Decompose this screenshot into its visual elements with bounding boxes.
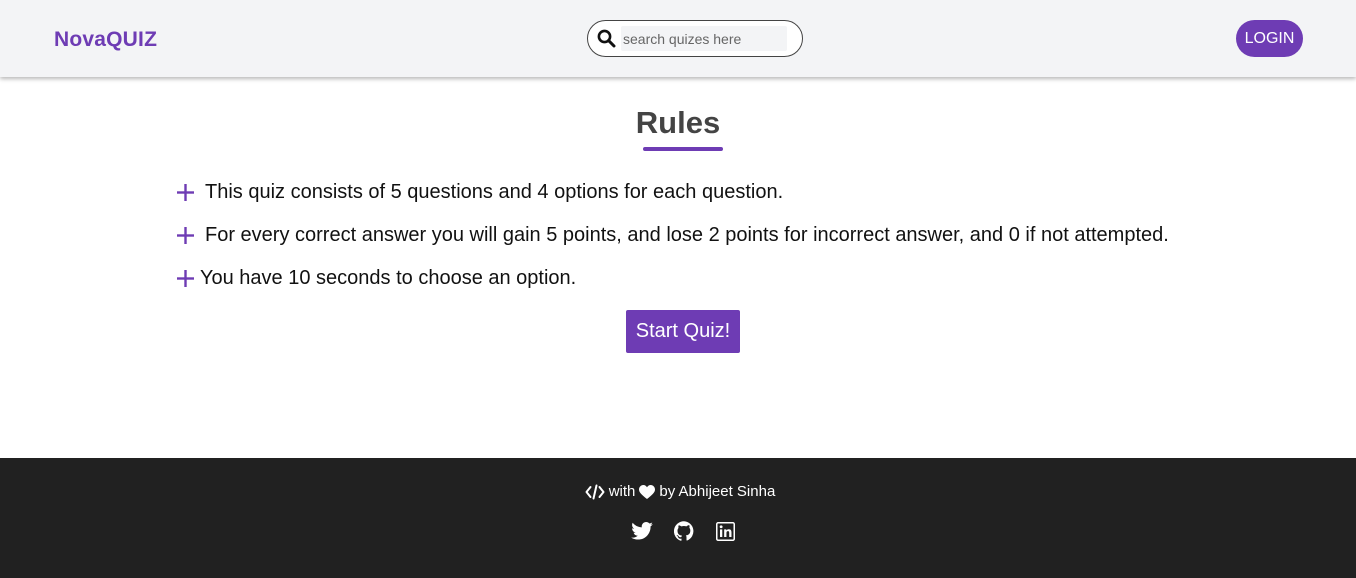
rule-item: This quiz consists of 5 questions and 4 … bbox=[177, 180, 783, 204]
login-button[interactable]: LOGIN bbox=[1236, 20, 1303, 57]
search-input[interactable] bbox=[621, 26, 787, 51]
rule-item: You have 10 seconds to choose an option. bbox=[177, 266, 576, 290]
twitter-icon[interactable] bbox=[631, 520, 653, 542]
page-title: Rules bbox=[635, 105, 721, 140]
plus-icon bbox=[177, 183, 194, 201]
footer-author-text: by Abhijeet Sinha bbox=[659, 483, 776, 500]
footer-credit: with by Abhijeet Sinha bbox=[0, 483, 1356, 501]
footer-with-text: with bbox=[608, 483, 636, 500]
code-icon bbox=[585, 484, 605, 500]
github-icon[interactable] bbox=[674, 520, 694, 542]
rule-text: This quiz consists of 5 questions and 4 … bbox=[205, 181, 784, 203]
plus-icon bbox=[177, 226, 194, 244]
navbar: NovaQUIZ LOGIN bbox=[0, 0, 1356, 77]
heart-icon bbox=[639, 484, 656, 500]
footer: with by Abhijeet Sinha bbox=[0, 458, 1356, 578]
start-quiz-button[interactable]: Start Quiz! bbox=[626, 310, 740, 353]
brand-logo[interactable]: NovaQUIZ bbox=[54, 27, 157, 53]
search-icon[interactable] bbox=[597, 29, 616, 48]
linkedin-icon[interactable] bbox=[716, 520, 735, 542]
plus-icon bbox=[177, 269, 194, 287]
rule-item: For every correct answer you will gain 5… bbox=[177, 223, 1169, 247]
rule-text: For every correct answer you will gain 5… bbox=[205, 224, 1169, 246]
search-bar[interactable] bbox=[587, 20, 803, 57]
title-underline bbox=[643, 147, 723, 151]
rule-text: You have 10 seconds to choose an option. bbox=[200, 267, 577, 289]
